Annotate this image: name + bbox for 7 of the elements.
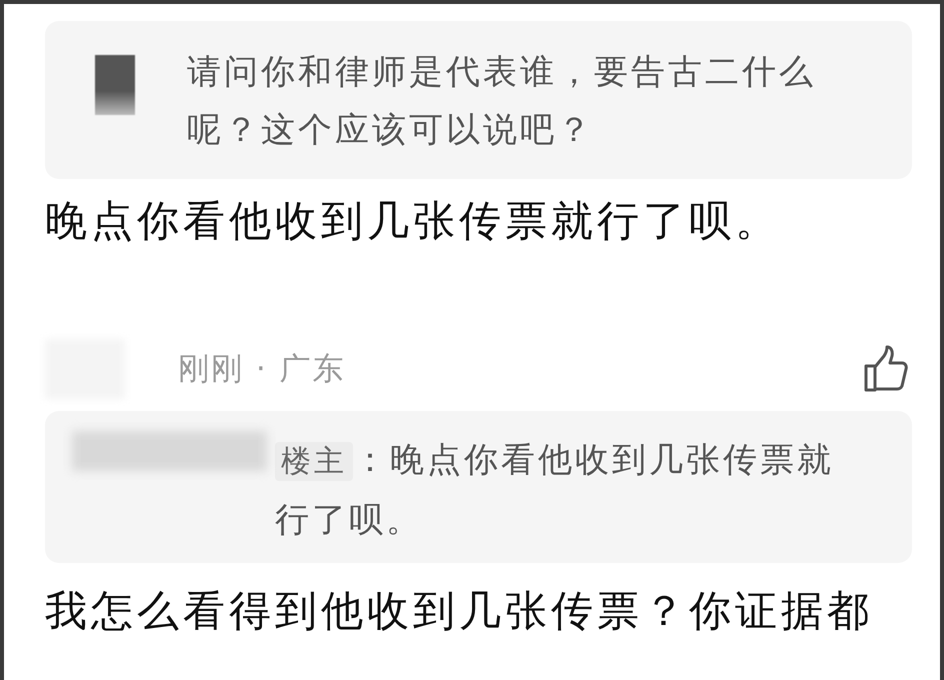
comment-text: 我怎么看得到他收到几张传票？你证据都 bbox=[45, 585, 874, 637]
quote-text: 请问你和律师是代表谁，要告古二什么呢？这个应该可以说吧？ bbox=[187, 51, 817, 152]
comment-text: 晚点你看他收到几张传票就行了呗。 bbox=[45, 195, 782, 247]
avatar-blurred bbox=[95, 55, 135, 115]
comment-time-location: 刚刚 · 广东 bbox=[178, 350, 347, 389]
thumbs-up-icon[interactable] bbox=[863, 345, 909, 393]
quote-text: 楼主 ：晚点你看他收到几张传票就行了呗。 bbox=[275, 439, 835, 542]
